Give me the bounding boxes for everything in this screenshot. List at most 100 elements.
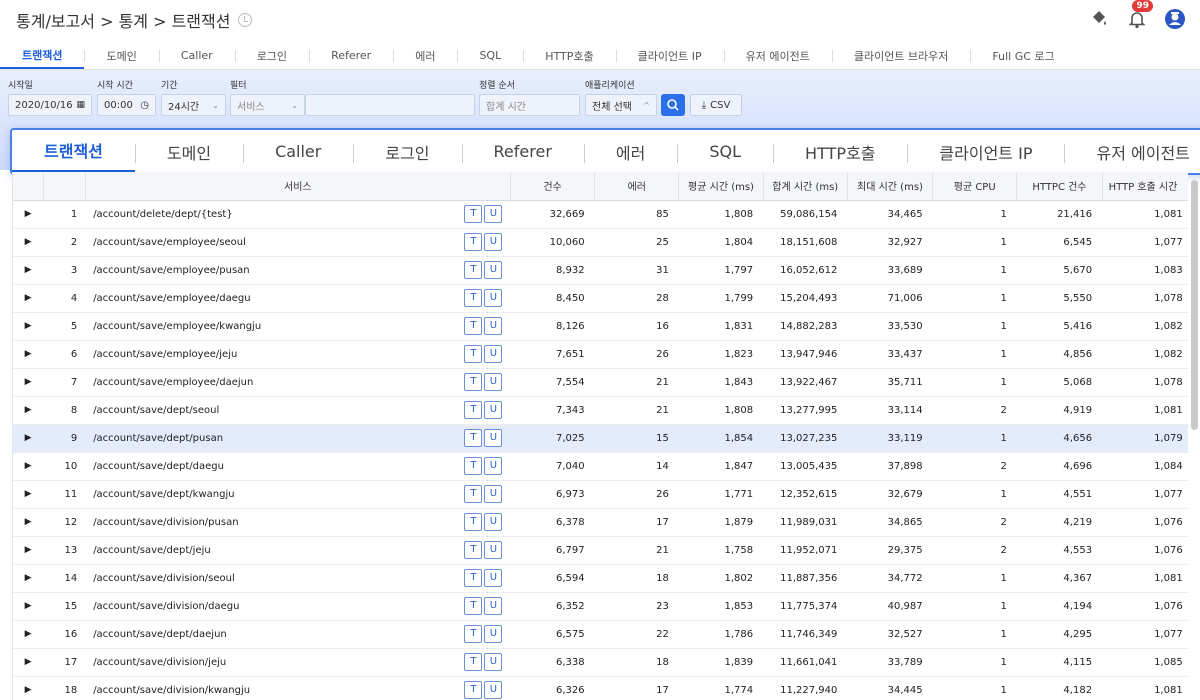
zoom-tab-domain[interactable]: 도메인: [134, 130, 243, 173]
service-name[interactable]: /account/save/dept/pusan: [85, 433, 223, 444]
trace-t-button[interactable]: T: [464, 233, 483, 251]
service-name[interactable]: /account/save/division/kwangju: [85, 685, 250, 696]
zoom-tab-login[interactable]: 로그인: [353, 130, 461, 173]
trace-t-button[interactable]: T: [464, 597, 483, 615]
zoom-tab-client-ip[interactable]: 클라이언트 IP: [907, 130, 1064, 173]
trace-u-button[interactable]: U: [484, 513, 503, 531]
trace-u-button[interactable]: U: [484, 205, 503, 223]
trace-u-button[interactable]: U: [484, 625, 503, 643]
expand-arrow-icon[interactable]: ▶: [13, 312, 44, 341]
service-name[interactable]: /account/save/division/daegu: [85, 601, 239, 612]
theme-paint-icon[interactable]: [1088, 8, 1110, 30]
expand-arrow-icon[interactable]: ▶: [13, 508, 44, 537]
trace-t-button[interactable]: T: [464, 429, 483, 447]
expand-arrow-icon[interactable]: ▶: [13, 592, 44, 621]
tab-login[interactable]: 로그인: [234, 42, 309, 69]
expand-arrow-icon[interactable]: ▶: [13, 340, 44, 369]
sort-select[interactable]: 합계 시간: [479, 94, 580, 116]
trace-u-button[interactable]: U: [484, 233, 503, 251]
expand-arrow-icon[interactable]: ▶: [13, 648, 44, 677]
expand-arrow-icon[interactable]: ▶: [13, 536, 44, 565]
table-row[interactable]: ▶ 4/account/save/employee/daegu T U 8,450 28 1…: [13, 284, 1188, 313]
filter-value-input[interactable]: [305, 94, 475, 116]
table-row[interactable]: ▶ 2/account/save/employee/seoul T U 10,060 25…: [13, 228, 1188, 257]
trace-u-button[interactable]: U: [484, 429, 503, 447]
trace-t-button[interactable]: T: [464, 541, 483, 559]
table-row[interactable]: ▶ 8/account/save/dept/seoul T U 7,343 21 1,808…: [13, 396, 1188, 425]
column-header-httpc-count[interactable]: HTTPC 건수: [1016, 172, 1103, 201]
column-header-service[interactable]: 서비스: [85, 172, 511, 201]
service-name[interactable]: /account/save/employee/kwangju: [85, 321, 261, 332]
tab-caller[interactable]: Caller: [158, 42, 235, 69]
trace-t-button[interactable]: T: [464, 653, 483, 671]
tab-full-gc-log[interactable]: Full GC 로그: [970, 42, 1076, 69]
app-select[interactable]: 전체 선택 ^: [585, 94, 657, 116]
table-row[interactable]: ▶ 16/account/save/dept/daejun T U 6,575 22 1,7…: [13, 620, 1188, 649]
trace-t-button[interactable]: T: [464, 373, 483, 391]
tab-client-ip[interactable]: 클라이언트 IP: [615, 42, 724, 69]
column-header-sum-time[interactable]: 합계 시간 (ms): [763, 172, 848, 201]
service-name[interactable]: /account/save/employee/pusan: [85, 265, 249, 276]
column-header-count[interactable]: 건수: [510, 172, 596, 201]
trace-u-button[interactable]: U: [484, 401, 503, 419]
tab-http-call[interactable]: HTTP호출: [523, 42, 615, 69]
service-name[interactable]: /account/save/employee/daejun: [85, 377, 253, 388]
zoom-tab-error[interactable]: 에러: [583, 130, 677, 173]
trace-u-button[interactable]: U: [484, 653, 503, 671]
table-row[interactable]: ▶ 7/account/save/employee/daejun T U 7,554 21…: [13, 368, 1188, 397]
trace-t-button[interactable]: T: [464, 681, 483, 699]
tab-referer[interactable]: Referer: [309, 42, 393, 69]
service-name[interactable]: /account/save/employee/jeju: [85, 349, 237, 360]
trace-u-button[interactable]: U: [484, 345, 503, 363]
trace-u-button[interactable]: U: [484, 681, 503, 699]
table-row[interactable]: ▶ 18/account/save/division/kwangju T U 6,326…: [13, 676, 1188, 700]
tab-client-browser[interactable]: 클라이언트 브라우저: [831, 42, 971, 69]
trace-u-button[interactable]: U: [484, 569, 503, 587]
expand-arrow-icon[interactable]: ▶: [13, 452, 44, 481]
service-name[interactable]: /account/save/division/jeju: [85, 657, 226, 668]
user-avatar-icon[interactable]: [1164, 8, 1186, 30]
zoom-tab-http-call[interactable]: HTTP호출: [773, 130, 907, 173]
trace-u-button[interactable]: U: [484, 597, 503, 615]
table-scrollbar[interactable]: [1191, 180, 1198, 430]
tab-domain[interactable]: 도메인: [84, 42, 158, 69]
trace-u-button[interactable]: U: [484, 373, 503, 391]
trace-t-button[interactable]: T: [464, 457, 483, 475]
zoom-tab-user-agent[interactable]: 유저 에이전트: [1064, 130, 1200, 173]
trace-u-button[interactable]: U: [484, 541, 503, 559]
expand-arrow-icon[interactable]: ▶: [13, 228, 44, 257]
column-header-errors[interactable]: 에러: [594, 172, 680, 201]
table-row[interactable]: ▶ 6/account/save/employee/jeju T U 7,651 26 1,…: [13, 340, 1188, 369]
period-select[interactable]: 24시간 ⌄: [161, 94, 226, 116]
tab-error[interactable]: 에러: [393, 42, 457, 69]
service-name[interactable]: /account/save/dept/kwangju: [85, 489, 234, 500]
trace-t-button[interactable]: T: [464, 317, 483, 335]
zoom-tab-referer[interactable]: Referer: [461, 130, 584, 173]
column-header-avg-cpu[interactable]: 평균 CPU: [932, 172, 1018, 201]
table-row[interactable]: ▶ 3/account/save/employee/pusan T U 8,932 31 1…: [13, 256, 1188, 285]
column-header-http-time[interactable]: HTTP 호출 시간: [1102, 172, 1188, 201]
table-row[interactable]: ▶ 1/account/delete/dept/{test} T U 32,669 85 1…: [13, 200, 1188, 229]
zoom-tab-caller[interactable]: Caller: [243, 130, 353, 173]
expand-arrow-icon[interactable]: ▶: [13, 564, 44, 593]
trace-u-button[interactable]: U: [484, 317, 503, 335]
trace-t-button[interactable]: T: [464, 569, 483, 587]
service-name[interactable]: /account/save/dept/jeju: [85, 545, 211, 556]
start-date-field[interactable]: 2020/10/16 ▦: [8, 94, 92, 116]
trace-u-button[interactable]: U: [484, 261, 503, 279]
notification-bell-icon[interactable]: 99: [1126, 0, 1153, 30]
expand-arrow-icon[interactable]: ▶: [13, 396, 44, 425]
trace-u-button[interactable]: U: [484, 485, 503, 503]
column-header-max-time[interactable]: 최대 시간 (ms): [847, 172, 934, 201]
table-row[interactable]: ▶ 12/account/save/division/pusan T U 6,378 17…: [13, 508, 1188, 537]
trace-t-button[interactable]: T: [464, 261, 483, 279]
table-row[interactable]: ▶ 5/account/save/employee/kwangju T U 8,126 1…: [13, 312, 1188, 341]
tab-transaction[interactable]: 트랜잭션: [0, 42, 85, 69]
trace-t-button[interactable]: T: [464, 625, 483, 643]
start-time-field[interactable]: 00:00 ◷: [97, 94, 156, 116]
column-header-avg-time[interactable]: 평균 시간 (ms): [678, 172, 764, 201]
history-clock-icon[interactable]: [238, 13, 253, 27]
tab-sql[interactable]: SQL: [457, 42, 523, 69]
trace-t-button[interactable]: T: [464, 289, 483, 307]
service-name[interactable]: /account/save/dept/daegu: [85, 461, 224, 472]
